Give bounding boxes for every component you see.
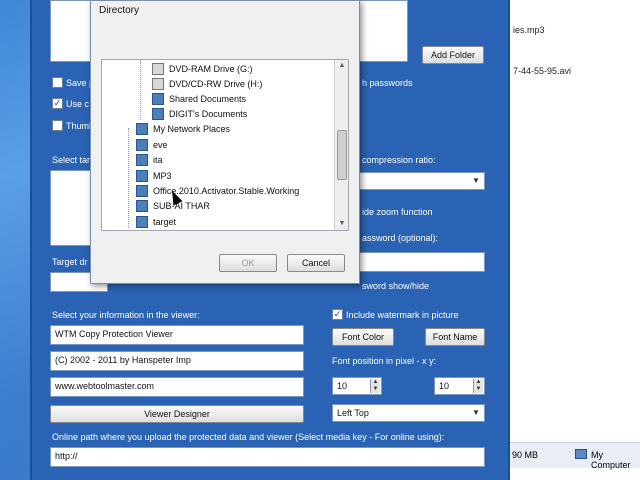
tree-item[interactable]: My Network Places [153, 122, 230, 136]
passwords-label: h passwords [362, 78, 413, 88]
cancel-button[interactable]: Cancel [287, 254, 345, 272]
compression-label: compression ratio: [362, 155, 436, 165]
tree-item[interactable]: DVD-RAM Drive (G:) [169, 62, 253, 76]
computer-icon [575, 449, 587, 459]
scroll-thumb[interactable] [337, 130, 347, 180]
tree-item[interactable]: Shared Documents [169, 92, 246, 106]
tree-item[interactable]: ita [153, 153, 163, 167]
save-checkbox[interactable] [52, 77, 63, 88]
file-item[interactable]: ies.mp3 [513, 25, 545, 35]
folder-icon [136, 185, 148, 197]
position-select[interactable]: Left Top ▼ [332, 404, 485, 422]
status-computer: My Computer [591, 450, 631, 470]
spinner-arrows-icon[interactable]: ▲ ▼ [473, 379, 483, 393]
directory-tree[interactable]: DVD-RAM Drive (G:) DVD/CD-RW Drive (H:) … [101, 59, 349, 231]
tree-scrollbar[interactable]: ▲ ▼ [334, 60, 348, 230]
password-show-label: sword show/hide [362, 281, 430, 291]
use-label: Use c [66, 99, 90, 109]
viewer-designer-button[interactable]: Viewer Designer [50, 405, 304, 423]
viewer-name-field[interactable]: WTM Copy Protection Viewer [50, 325, 304, 345]
folder-icon [136, 216, 148, 228]
folder-icon [136, 200, 148, 212]
thumb-checkbox[interactable] [52, 120, 63, 131]
tree-item[interactable]: DIGIT's Documents [169, 107, 247, 121]
folder-icon [136, 154, 148, 166]
scroll-up-icon[interactable]: ▲ [335, 60, 348, 72]
ok-button[interactable]: OK [219, 254, 277, 272]
pos-x-value: 10 [337, 381, 348, 391]
drive-icon [152, 63, 164, 75]
folder-icon [136, 170, 148, 182]
dialog-title: Directory [99, 5, 140, 16]
watermark-label: Include watermark in picture [346, 310, 459, 320]
drive-icon [152, 78, 164, 90]
position-value: Left Top [337, 408, 369, 418]
spinner-arrows-icon[interactable]: ▲ ▼ [370, 379, 380, 393]
viewer-info-label: Select your information in the viewer: [52, 310, 200, 320]
directory-dialog: Directory DVD-RAM Drive (G:) DVD/CD-RW D… [90, 0, 360, 284]
pos-y-spinner[interactable]: 10 ▲ ▼ [434, 377, 485, 395]
pos-x-spinner[interactable]: 10 ▲ ▼ [332, 377, 382, 395]
online-path-label: Online path where you upload the protect… [52, 432, 445, 442]
tree-item[interactable]: DVD/CD-RW Drive (H:) [169, 77, 262, 91]
copyright-field[interactable]: (C) 2002 - 2011 by Hanspeter Imp [50, 351, 304, 371]
explorer-window: ies.mp3 7-44-55-95.avi 90 MB My Computer [505, 0, 640, 480]
font-name-button[interactable]: Font Name [425, 328, 485, 346]
font-position-label: Font position in pixel - x y: [332, 356, 437, 366]
tree-line [128, 128, 129, 228]
zoom-label: ide zoom function [362, 207, 433, 217]
folder-icon [152, 93, 164, 105]
chevron-down-icon: ▼ [472, 408, 480, 417]
tree-item[interactable]: target [153, 215, 176, 229]
pos-y-value: 10 [439, 381, 450, 391]
add-folder-button[interactable]: Add Folder [422, 46, 484, 64]
scroll-down-icon[interactable]: ▼ [335, 218, 348, 230]
font-color-button[interactable]: Font Color [332, 328, 394, 346]
password-optional-label: assword (optional): [362, 233, 439, 243]
folder-icon [152, 108, 164, 120]
status-size: 90 MB [512, 450, 539, 460]
status-bar: 90 MB My Computer [505, 442, 640, 470]
tree-item[interactable]: eve [153, 138, 168, 152]
folder-icon [136, 139, 148, 151]
online-path-field[interactable]: http:// [50, 447, 485, 467]
network-icon [136, 123, 148, 135]
watermark-checkbox[interactable]: ✓ [332, 309, 343, 320]
use-checkbox[interactable]: ✓ [52, 98, 63, 109]
chevron-down-icon: ▼ [472, 176, 480, 185]
file-item[interactable]: 7-44-55-95.avi [513, 66, 571, 76]
select-target-label: Select tar [52, 155, 91, 165]
tree-line [140, 60, 141, 120]
website-field[interactable]: www.webtoolmaster.com [50, 377, 304, 397]
target-dir-label: Target dr [52, 257, 88, 267]
tree-item[interactable]: MP3 [153, 169, 172, 183]
